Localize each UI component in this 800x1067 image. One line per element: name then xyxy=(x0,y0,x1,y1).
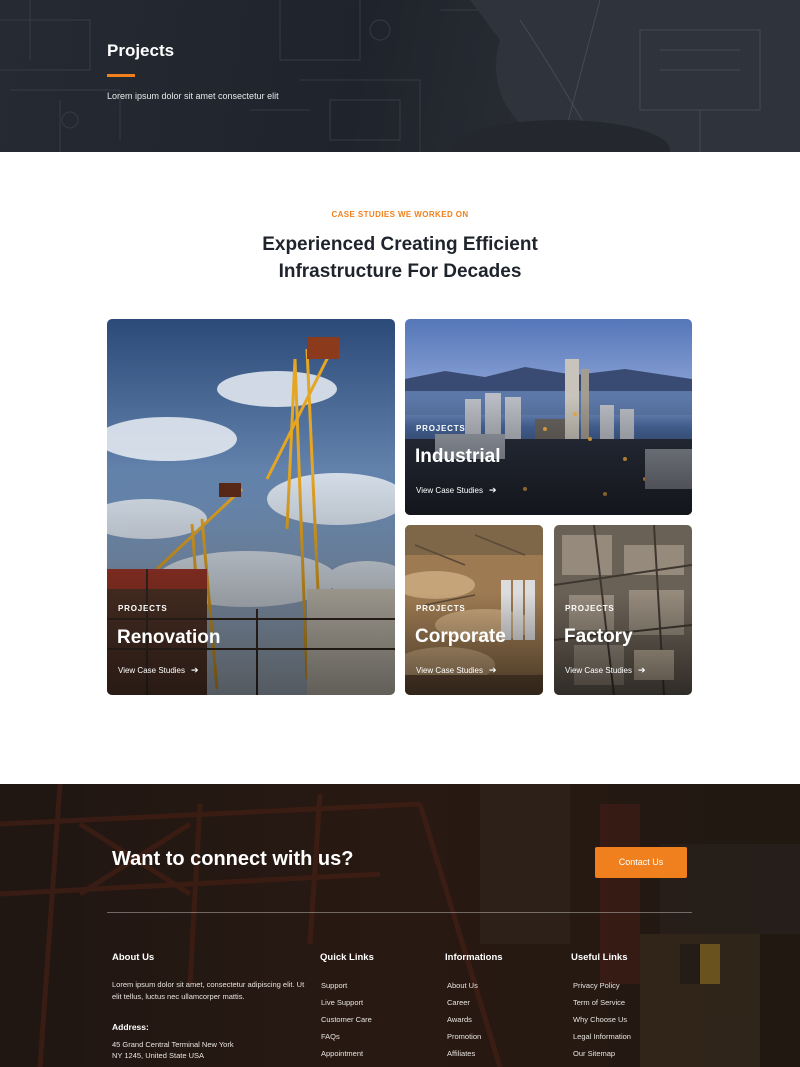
footer-link-live-support[interactable]: Live Support xyxy=(321,997,372,1014)
project-kicker: PROJECTS xyxy=(565,604,615,613)
contact-us-button[interactable]: Contact Us xyxy=(595,847,687,878)
footer-link-support[interactable]: Support xyxy=(321,980,372,997)
footer-about-heading: About Us xyxy=(112,952,155,963)
link-label: View Case Studies xyxy=(416,486,483,495)
footer-link-faqs[interactable]: FAQs xyxy=(321,1031,372,1048)
link-label: View Case Studies xyxy=(565,666,632,675)
address-line-2: NY 1245, United State USA xyxy=(112,1051,204,1060)
project-card-industrial[interactable]: PROJECTS Industrial View Case Studies ➔ xyxy=(405,319,692,515)
footer-informations-heading: Informations xyxy=(445,952,503,963)
view-case-studies-link[interactable]: View Case Studies ➔ xyxy=(416,665,497,676)
title-accent-rule xyxy=(107,74,135,77)
footer-about-text: Lorem ipsum dolor sit amet, consectetur … xyxy=(112,980,305,1001)
footer-useful-links-heading: Useful Links xyxy=(571,952,628,963)
footer-quick-links-heading: Quick Links xyxy=(320,952,374,963)
project-kicker: PROJECTS xyxy=(416,424,466,433)
footer-link-legal-information[interactable]: Legal Information xyxy=(573,1031,631,1048)
footer-address: 45 Grand Central Terminal New York NY 12… xyxy=(112,1039,234,1061)
footer-link-privacy-policy[interactable]: Privacy Policy xyxy=(573,980,631,997)
project-card-corporate[interactable]: PROJECTS Corporate View Case Studies ➔ xyxy=(405,525,543,695)
footer-divider xyxy=(107,912,692,913)
footer-link-affiliates[interactable]: Affiliates xyxy=(447,1048,481,1065)
arrow-right-icon: ➔ xyxy=(191,665,199,675)
footer-link-promotion[interactable]: Promotion xyxy=(447,1031,481,1048)
section-eyebrow: CASE STUDIES WE WORKED ON xyxy=(331,210,469,219)
footer-link-awards[interactable]: Awards xyxy=(447,1014,481,1031)
project-name: Factory xyxy=(564,626,633,647)
view-case-studies-link[interactable]: View Case Studies ➔ xyxy=(118,665,199,676)
footer-quick-links: Support Live Support Customer Care FAQs … xyxy=(321,980,372,1065)
footer-address-heading: Address: xyxy=(112,1022,149,1032)
headline-line-1: Experienced Creating Efficient xyxy=(262,234,538,255)
view-case-studies-link[interactable]: View Case Studies ➔ xyxy=(565,665,646,676)
footer-link-customer-care[interactable]: Customer Care xyxy=(321,1014,372,1031)
link-label: View Case Studies xyxy=(416,666,483,675)
page-subtitle: Lorem ipsum dolor sit amet consectetur e… xyxy=(107,91,279,101)
footer-link-about-us[interactable]: About Us xyxy=(447,980,481,997)
page-hero: Projects Lorem ipsum dolor sit amet cons… xyxy=(0,0,800,152)
section-headline: Experienced Creating Efficient Infrastru… xyxy=(200,231,600,285)
footer-link-our-sitemap[interactable]: Our Sitemap xyxy=(573,1048,631,1065)
page-title: Projects xyxy=(107,41,175,60)
project-kicker: PROJECTS xyxy=(416,604,466,613)
project-kicker: PROJECTS xyxy=(118,604,168,613)
footer-informations-links: About Us Career Awards Promotion Affilia… xyxy=(447,980,481,1065)
footer-useful-links: Privacy Policy Term of Service Why Choos… xyxy=(573,980,631,1065)
arrow-right-icon: ➔ xyxy=(489,665,497,675)
project-name: Renovation xyxy=(117,627,221,648)
arrow-right-icon: ➔ xyxy=(638,665,646,675)
project-name: Corporate xyxy=(415,626,506,647)
footer-link-career[interactable]: Career xyxy=(447,997,481,1014)
headline-line-2: Infrastructure For Decades xyxy=(278,261,522,282)
footer-link-appointment[interactable]: Appointment xyxy=(321,1048,372,1065)
project-card-factory[interactable]: PROJECTS Factory View Case Studies ➔ xyxy=(554,525,692,695)
project-name: Industrial xyxy=(415,446,501,467)
view-case-studies-link[interactable]: View Case Studies ➔ xyxy=(416,485,497,496)
address-line-1: 45 Grand Central Terminal New York xyxy=(112,1040,234,1049)
arrow-right-icon: ➔ xyxy=(489,485,497,495)
footer-link-why-choose-us[interactable]: Why Choose Us xyxy=(573,1014,631,1031)
link-label: View Case Studies xyxy=(118,666,185,675)
project-card-renovation[interactable]: PROJECTS Renovation View Case Studies ➔ xyxy=(107,319,395,695)
footer-link-term-of-service[interactable]: Term of Service xyxy=(573,997,631,1014)
cta-heading: Want to connect with us? xyxy=(112,848,354,870)
